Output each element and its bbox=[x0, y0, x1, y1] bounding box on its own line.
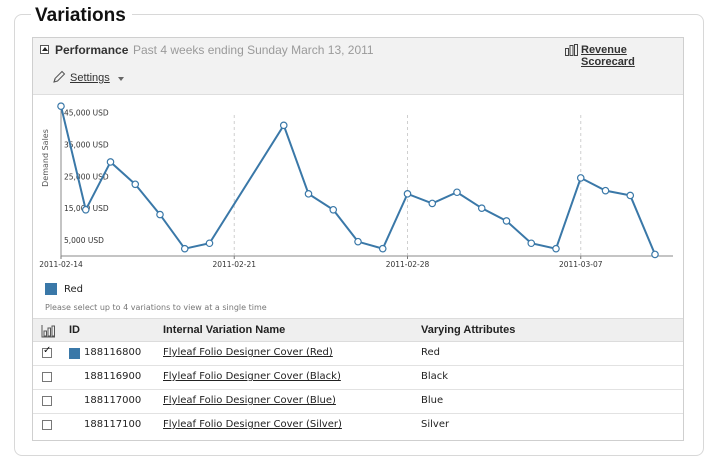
col-header-attrs[interactable]: Varying Attributes bbox=[421, 324, 515, 336]
data-point bbox=[403, 190, 412, 198]
varying-attribute: Blue bbox=[421, 395, 444, 406]
data-point bbox=[354, 237, 362, 246]
x-tick-label: 2011-02-14 bbox=[39, 260, 83, 269]
settings-dropdown[interactable]: Settings bbox=[70, 72, 110, 84]
data-point bbox=[279, 121, 288, 130]
variation-id: 188116900 bbox=[84, 371, 142, 382]
x-tick-label: 2011-03-07 bbox=[559, 260, 603, 269]
data-point bbox=[205, 239, 214, 248]
variation-id: 188117000 bbox=[84, 395, 142, 406]
revenue-scorecard-link[interactable]: Revenue Scorecard bbox=[581, 44, 683, 68]
data-point bbox=[57, 102, 65, 110]
data-point bbox=[626, 191, 635, 200]
col-header-name[interactable]: Internal Variation Name bbox=[163, 324, 285, 336]
col-header-id[interactable]: ID bbox=[69, 324, 80, 336]
data-point bbox=[502, 217, 511, 225]
varying-attribute: Silver bbox=[421, 419, 450, 430]
series-swatch bbox=[69, 348, 80, 359]
data-point bbox=[453, 188, 461, 197]
variation-name-link[interactable]: Flyleaf Folio Designer Cover (Blue) bbox=[163, 395, 336, 406]
y-axis-label: Demand Sales bbox=[41, 129, 50, 187]
data-point bbox=[180, 244, 189, 253]
variation-name-link[interactable]: Flyleaf Folio Designer Cover (Black) bbox=[163, 371, 341, 382]
variation-id: 188117100 bbox=[84, 419, 142, 430]
performance-subtitle: Past 4 weeks ending Sunday March 13, 201… bbox=[133, 43, 374, 57]
section-title: Variations bbox=[31, 4, 132, 28]
row-checkbox[interactable] bbox=[42, 345, 52, 358]
data-point bbox=[576, 174, 585, 182]
series-line-red bbox=[60, 105, 656, 255]
variation-name-link[interactable]: Flyleaf Folio Designer Cover (Silver) bbox=[163, 419, 342, 430]
table-row: 188117000 Flyleaf Folio Designer Cover (… bbox=[33, 390, 683, 414]
collapse-icon[interactable] bbox=[40, 45, 49, 54]
selection-hint: Please select up to 4 variations to view… bbox=[45, 303, 267, 312]
table-row: 188116800 Flyleaf Folio Designer Cover (… bbox=[33, 342, 683, 366]
y-tick-label: 45,000 USD bbox=[64, 109, 109, 118]
demand-sales-chart: Demand Sales45,000 USD35,000 USD25,000 U… bbox=[39, 102, 673, 269]
variation-id: 188116800 bbox=[84, 347, 142, 358]
data-point bbox=[428, 199, 437, 208]
row-checkbox[interactable] bbox=[42, 372, 52, 382]
x-tick-label: 2011-02-28 bbox=[386, 260, 430, 269]
varying-attribute: Black bbox=[421, 371, 449, 382]
legend-label: Red bbox=[64, 284, 83, 295]
data-point bbox=[81, 205, 90, 214]
variation-name-link[interactable]: Flyleaf Folio Designer Cover (Red) bbox=[163, 347, 333, 358]
table-row: 188116900 Flyleaf Folio Designer Cover (… bbox=[33, 366, 683, 390]
row-checkbox[interactable] bbox=[42, 420, 52, 430]
data-point bbox=[651, 250, 659, 259]
x-tick-label: 2011-02-21 bbox=[212, 260, 256, 269]
data-point bbox=[601, 186, 610, 195]
row-checkbox[interactable] bbox=[42, 396, 52, 406]
performance-title: Performance bbox=[55, 43, 129, 57]
data-point bbox=[552, 244, 560, 253]
chevron-down-icon[interactable] bbox=[118, 77, 124, 81]
data-point bbox=[304, 190, 313, 198]
data-point bbox=[329, 205, 338, 214]
panel-header: Performance Past 4 weeks ending Sunday M… bbox=[33, 38, 683, 95]
legend-swatch-red bbox=[45, 283, 57, 295]
bar-chart-icon[interactable] bbox=[565, 44, 578, 56]
data-point bbox=[106, 158, 115, 166]
data-point bbox=[477, 204, 486, 212]
data-point bbox=[131, 180, 140, 189]
pencil-icon bbox=[53, 70, 66, 83]
varying-attribute: Red bbox=[421, 347, 440, 358]
data-point bbox=[156, 210, 164, 219]
y-tick-label: 5,000 USD bbox=[64, 236, 104, 245]
chart-toggle-icon[interactable] bbox=[41, 324, 56, 338]
table-header: ID Internal Variation Name Varying Attri… bbox=[33, 318, 683, 342]
table-row: 188117100 Flyleaf Folio Designer Cover (… bbox=[33, 414, 683, 438]
data-point bbox=[527, 239, 536, 248]
performance-panel: Performance Past 4 weeks ending Sunday M… bbox=[32, 37, 684, 441]
data-point bbox=[378, 244, 387, 253]
